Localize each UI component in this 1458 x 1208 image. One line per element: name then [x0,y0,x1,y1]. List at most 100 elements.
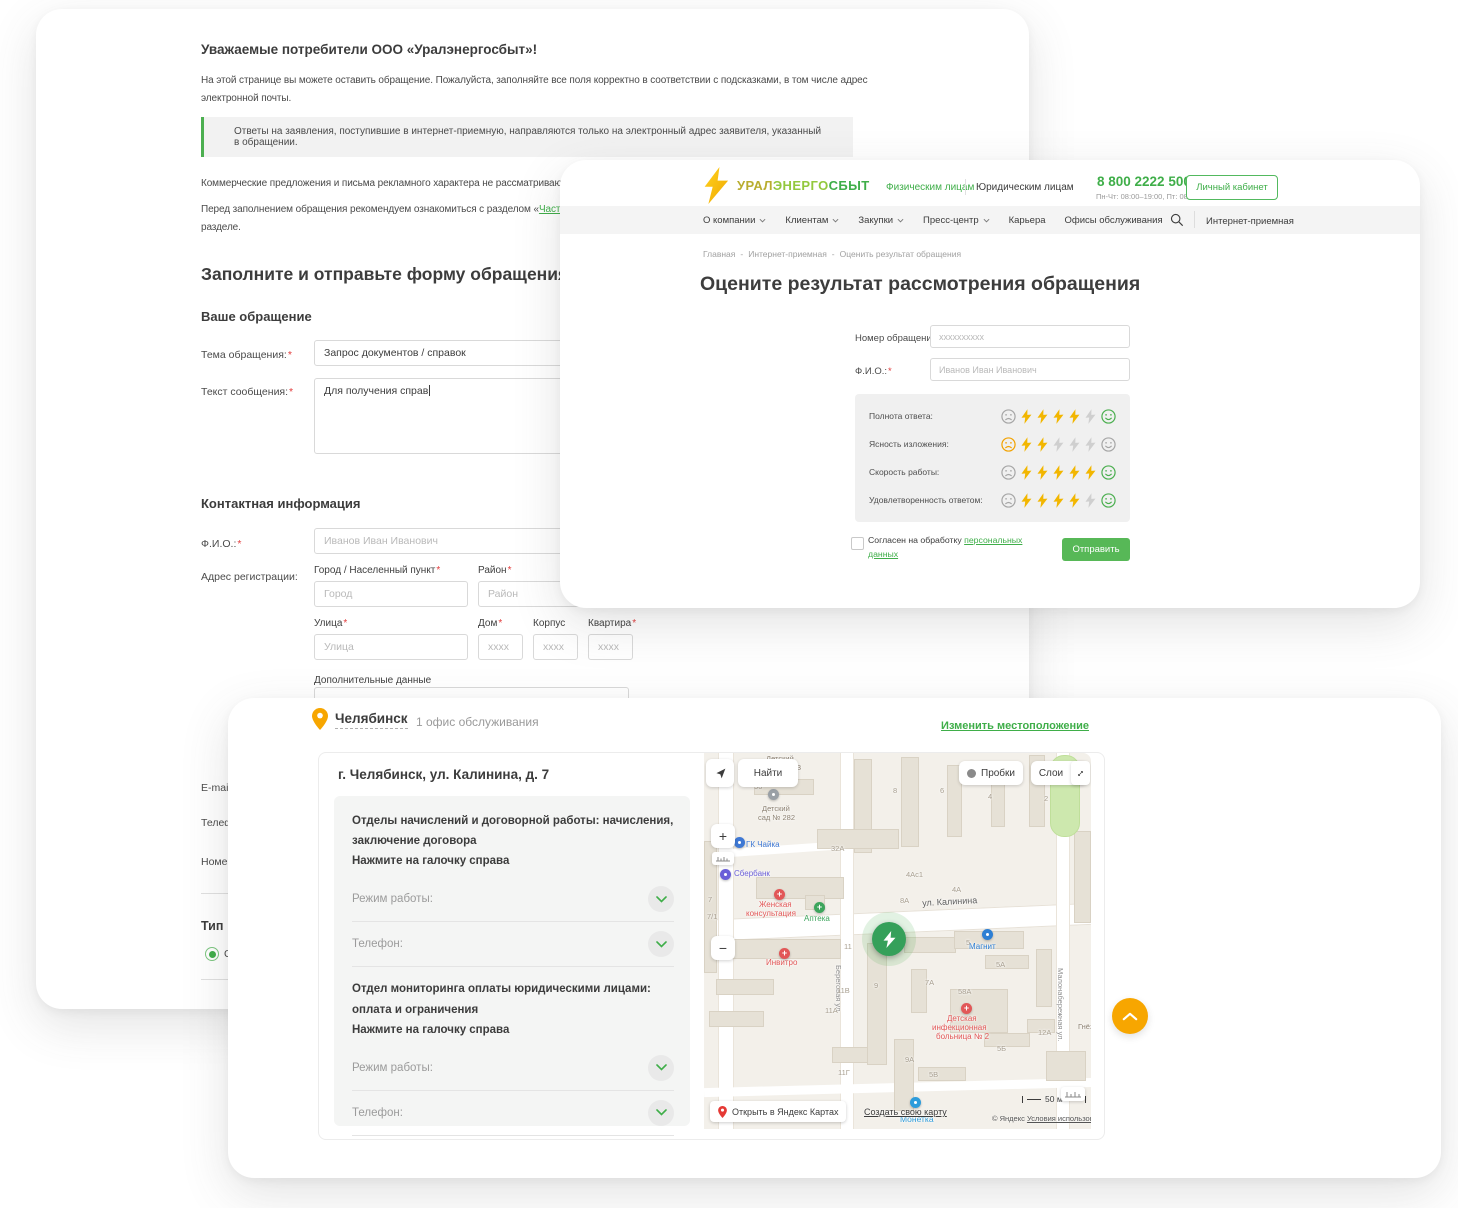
corpus-input[interactable]: xxxx [533,634,578,660]
office-marker[interactable] [872,922,906,956]
geolocation-button[interactable] [706,759,734,787]
rating-label: Полнота ответа: [869,411,933,421]
map-poi-cross-icon[interactable]: + [774,889,785,900]
scroll-top-button[interactable] [1112,998,1148,1034]
expand-phone-button[interactable] [648,1100,674,1126]
submit-button[interactable]: Отправить [1062,538,1130,561]
fullscreen-button[interactable] [1071,761,1090,785]
lightning-bolt-icon[interactable] [1036,408,1048,424]
house-input[interactable]: xxxx [478,634,523,660]
rate-fio-input[interactable]: Иванов Иван Иванович [930,358,1130,381]
lightning-bolt-icon[interactable] [1068,408,1080,424]
lightning-bolt-icon[interactable] [1036,436,1048,452]
map-label: Детский [762,805,790,813]
internet-reception-link[interactable]: Интернет-приемная [1206,216,1294,227]
nav-item-career[interactable]: Карьера [1009,215,1046,226]
account-button[interactable]: Личный кабинет [1186,175,1278,200]
lightning-bolt-icon[interactable] [1052,464,1064,480]
breadcrumb-home[interactable]: Главная [703,249,735,259]
map-label: консультация [746,910,796,918]
traffic-button[interactable]: Пробки [959,761,1023,785]
lightning-bolt-icon[interactable] [1036,492,1048,508]
lightning-bolt-icon[interactable] [1068,492,1080,508]
house-placeholder: xxxx [488,641,509,653]
ruler-tool-button[interactable] [1061,1087,1085,1101]
zoom-out-button[interactable]: − [711,936,735,960]
map-poi-shop-icon[interactable] [982,929,993,940]
nav-item-clients[interactable]: Клиентам [785,215,839,226]
open-in-yandex-maps[interactable]: Открыть в Яндекс Картах [710,1101,846,1122]
nav-item-company[interactable]: О компании [703,215,766,226]
expand-schedule-button[interactable] [648,886,674,912]
lightning-bolt-icon[interactable] [1068,464,1080,480]
search-icon[interactable] [1170,213,1184,227]
terms-link[interactable]: Условия использования [1027,1114,1091,1123]
lightning-bolt-icon[interactable] [1020,436,1032,452]
type-radio[interactable] [205,947,219,961]
lightning-bolt-icon[interactable] [1084,492,1096,508]
individuals-link[interactable]: Физическим лицам [886,182,974,193]
city-selector[interactable]: Челябинск [335,711,408,729]
map-poi-cross-icon[interactable]: + [779,948,790,959]
sad-face-icon[interactable] [1001,493,1016,508]
happy-face-icon[interactable] [1101,493,1116,508]
department-hint: Нажмите на галочку справа [352,851,672,871]
map-poi-bus-icon[interactable] [768,789,779,800]
street-placeholder: Улица [324,641,354,653]
city-placeholder: Город [324,588,352,600]
yandex-map[interactable]: Детскийд № 26356Детскийсад № 282ГК Чайка… [704,753,1091,1129]
nav-item-procurement[interactable]: Закупки [858,215,904,226]
lightning-bolt-icon[interactable] [1052,436,1064,452]
form-heading: Заполните и отправьте форму обращения [201,264,568,285]
city-input[interactable]: Город [314,581,468,607]
lightning-bolt-icon[interactable] [1084,464,1096,480]
map-label: Детская [947,1015,977,1023]
street-input[interactable]: Улица [314,634,468,660]
consent-checkbox[interactable] [851,537,864,550]
sad-face-icon[interactable] [1001,465,1016,480]
expand-schedule-button[interactable] [648,1055,674,1081]
rating-row: Скорость работы: [869,465,1116,480]
lightning-bolt-icon[interactable] [1068,436,1080,452]
map-poi-bank-icon[interactable] [720,869,731,880]
required-mark: * [288,349,292,361]
breadcrumb-reception[interactable]: Интернет-приемная [748,249,827,259]
lightning-bolt-icon[interactable] [1020,464,1032,480]
happy-face-icon[interactable] [1101,465,1116,480]
nav-item-press[interactable]: Пресс-центр [923,215,990,226]
lightning-bolt-icon[interactable] [1020,492,1032,508]
map-label: 11А [825,1007,838,1015]
zoom-in-button[interactable]: + [711,824,735,848]
required-mark: * [343,618,347,629]
phone-label: Телефон: [352,938,403,950]
sad-face-icon[interactable] [1001,437,1016,452]
ruler-mini-icon[interactable] [712,852,734,865]
map-search-button[interactable]: Найти [738,759,798,787]
required-mark: * [436,565,440,576]
sad-face-icon[interactable] [1001,409,1016,424]
appeal-number-input[interactable]: xxxxxxxxxx [930,325,1130,348]
topic-label: Тема обращения:* [201,349,292,361]
lightning-bolt-icon[interactable] [1084,436,1096,452]
change-location-link[interactable]: Изменить местоположение [941,720,1089,732]
lightning-bolt-icon[interactable] [1052,492,1064,508]
create-map-link[interactable]: Создать свою карту [864,1107,947,1117]
expand-phone-button[interactable] [648,931,674,957]
map-poi-cross-icon[interactable]: + [961,1003,972,1014]
type-label: Тип [201,919,223,933]
flat-input[interactable]: xxxx [588,634,633,660]
map-label: 5Б [997,1045,1006,1053]
lightning-bolt-icon[interactable] [1052,408,1064,424]
legal-entities-link[interactable]: Юридическим лицам [976,182,1074,193]
map-poi-car-icon[interactable] [734,837,745,848]
lightning-bolt-icon[interactable] [1036,464,1048,480]
schedule-label: Режим работы: [352,893,433,905]
lightning-bolt-icon[interactable] [1020,408,1032,424]
nav-item-offices[interactable]: Офисы обслуживания [1065,215,1163,226]
happy-face-icon[interactable] [1101,409,1116,424]
phone-number[interactable]: 8 800 2222 500 [1097,174,1191,189]
map-poi-cross-icon[interactable]: + [814,902,825,913]
happy-face-icon[interactable] [1101,437,1116,452]
lightning-bolt-icon[interactable] [1084,408,1096,424]
map-label: Сбербанк [734,870,770,878]
